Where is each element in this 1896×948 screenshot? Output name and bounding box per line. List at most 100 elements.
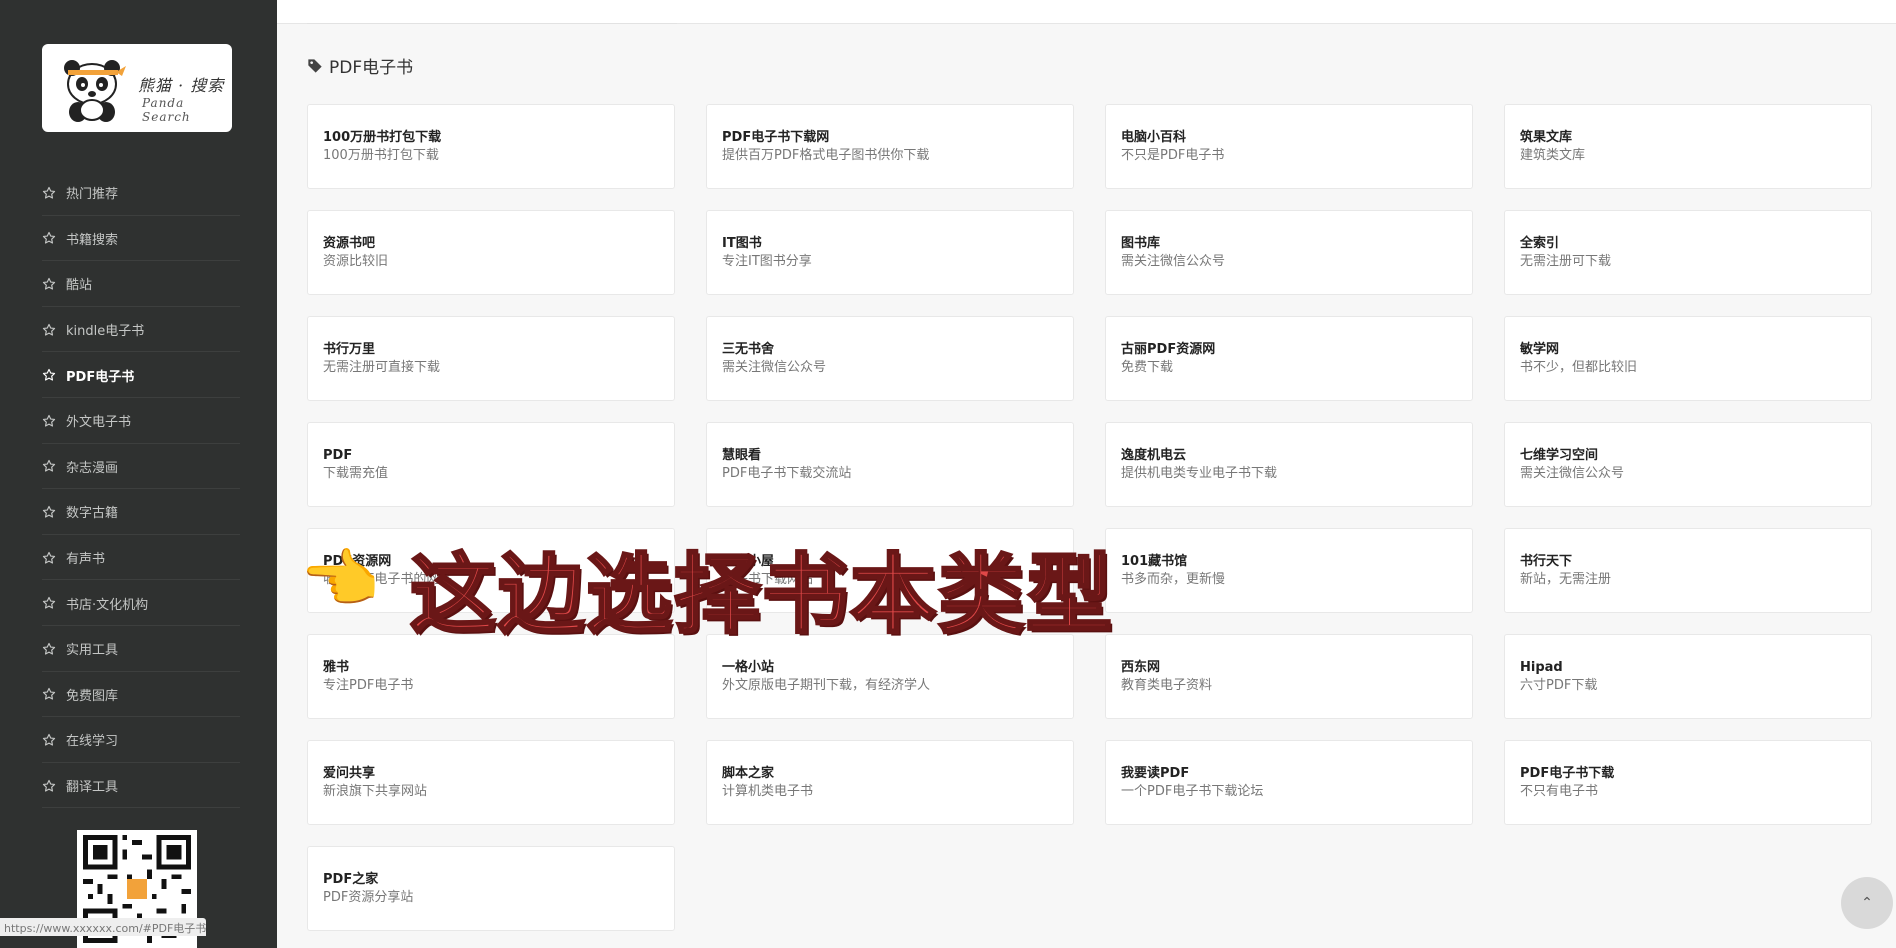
site-card-title: 101藏书馆 [1121, 553, 1188, 569]
site-card-desc: 建筑类文库 [1520, 147, 1586, 163]
site-logo[interactable]: 熊猫 · 搜索 Panda Search [42, 44, 232, 132]
star-icon [42, 277, 56, 290]
site-card-title: 书行万里 [323, 341, 376, 357]
sidebar-item-label: 书店·文化机构 [66, 597, 149, 613]
sidebar-item-ancient[interactable]: 数字古籍 [0, 489, 277, 535]
site-card-desc: 教育类电子资料 [1121, 677, 1213, 693]
site-card-title: 资源书吧 [323, 235, 376, 251]
site-card-title: 爱问共享 [323, 765, 376, 781]
sidebar-item-label: 实用工具 [66, 643, 119, 659]
sidebar-item-pdf[interactable]: PDF电子书 [0, 352, 277, 398]
site-card-title: 图书库 [1121, 235, 1161, 251]
site-card-desc: 不只是PDF电子书 [1121, 147, 1225, 163]
site-card-desc: 提供机电类专业电子书下载 [1121, 465, 1278, 481]
sidebar-item-gallery[interactable]: 免费图库 [0, 672, 277, 718]
sidebar-item-kindle[interactable]: kindle电子书 [0, 307, 277, 353]
site-card[interactable]: 书行天下 新站，无需注册 [1504, 528, 1872, 613]
top-bar [277, 0, 1896, 24]
site-card[interactable]: Hipad 六寸PDF下载 [1504, 634, 1872, 719]
site-card[interactable]: 101藏书馆 书多而杂，更新慢 [1105, 528, 1473, 613]
star-icon [42, 779, 56, 792]
site-card[interactable]: IT图书专注IT图书分享 [706, 210, 1074, 295]
back-to-top-button[interactable]: ⌃ [1841, 877, 1893, 929]
site-card-desc: 下载需充值 [323, 465, 389, 481]
sidebar-item-audio[interactable]: 有声书 [0, 535, 277, 581]
sidebar-item-translate[interactable]: 翻译工具 [0, 763, 277, 809]
site-card-desc: 需关注微信公众号 [722, 359, 827, 375]
site-card-title: 筑果文库 [1520, 129, 1573, 145]
site-card-desc: 新浪旗下共享网站 [323, 783, 428, 799]
star-icon [42, 597, 56, 609]
star-icon [42, 232, 56, 244]
site-card-desc: 一个PDF电子书下载论坛 [1121, 783, 1264, 799]
site-card-desc: 需关注微信公众号 [1520, 465, 1625, 481]
site-card-title: IT图书 [722, 235, 762, 251]
site-card-desc: 无需注册可直接下载 [323, 359, 441, 375]
site-card[interactable]: PDF电子书下载网 提供百万PDF格式电子图书供你下载 [706, 104, 1074, 189]
sidebar: 熊猫 · 搜索 Panda Search 热门推荐 书籍搜索 酷站 kindle… [0, 0, 277, 948]
site-card[interactable]: 三无书舍 需关注微信公众号 [706, 316, 1074, 401]
site-card-desc: 外文原版电子期刊下载，有经济学人 [722, 677, 931, 693]
site-card-desc: PDF电子书下载交流站 [722, 465, 852, 481]
sidebar-item-foreign[interactable]: 外文电子书 [0, 398, 277, 444]
site-card[interactable]: 筑果文库 建筑类文库 [1504, 104, 1872, 189]
sidebar-item-book-search[interactable]: 书籍搜索 [0, 216, 277, 262]
site-card[interactable]: 西东网 教育类电子资料 [1105, 634, 1473, 719]
site-card-desc: 专注IT图书分享 [722, 253, 812, 269]
site-card[interactable]: 我要读PDF 一个PDF电子书下载论坛 [1105, 740, 1473, 825]
sidebar-item-label: 翻译工具 [66, 780, 119, 796]
site-card-title: 我要读PDF [1121, 765, 1190, 781]
site-card-title: 古丽PDF资源网 [1121, 341, 1216, 357]
site-card-title: 七维学习空间 [1520, 447, 1599, 463]
sidebar-item-bookstore[interactable]: 书店·文化机构 [0, 580, 277, 626]
sidebar-item-hot[interactable]: 热门推荐 [0, 170, 277, 216]
sidebar-item-label: 有声书 [66, 552, 106, 568]
sidebar-item-tools[interactable]: 实用工具 [0, 626, 277, 672]
star-icon [42, 505, 56, 518]
star-icon [42, 551, 56, 564]
site-card-desc: 无需注册可下载 [1520, 253, 1612, 269]
site-card[interactable]: 资源书吧 资源比较旧 [307, 210, 675, 295]
site-card-title: 书行天下 [1520, 553, 1573, 569]
site-card-desc: 需关注微信公众号 [1121, 253, 1226, 269]
site-card-title: PDF电子书下载 [1520, 765, 1615, 781]
star-icon [42, 369, 56, 381]
site-card[interactable]: PDF之家 PDF资源分享站 [307, 846, 675, 931]
site-card[interactable]: 逸度机电云 提供机电类专业电子书下载 [1105, 422, 1473, 507]
site-card-desc: PDF资源分享站 [323, 889, 414, 905]
star-icon [42, 414, 56, 427]
site-card-desc: 免费下载 [1121, 359, 1174, 375]
site-card-desc: 六寸PDF下载 [1520, 677, 1598, 693]
site-card-desc: 书不少，但都比较旧 [1520, 359, 1638, 375]
site-card[interactable]: 图书库需关注微信公众号 [1105, 210, 1473, 295]
site-card[interactable]: 100万册书打包下载 100万册书打包下载 [307, 104, 675, 189]
sidebar-item-magazine[interactable]: 杂志漫画 [0, 444, 277, 490]
site-card[interactable]: 书行万里无需注册可直接下载 [307, 316, 675, 401]
site-card-title: PDF之家 [323, 871, 379, 887]
site-card-grid: 100万册书打包下载 100万册书打包下载 PDF电子书下载网 提供百万PDF格式电… [307, 104, 1872, 931]
site-card[interactable]: 七维学习空间需关注微信公众号 [1504, 422, 1872, 507]
site-card[interactable]: 爱问共享新浪旗下共享网站 [307, 740, 675, 825]
site-card-title: PDF [323, 447, 353, 463]
logo-subtitle: Panda Search [142, 96, 191, 124]
site-card[interactable]: 敏学网 书不少，但都比较旧 [1504, 316, 1872, 401]
sidebar-item-label: 热门推荐 [66, 187, 119, 203]
site-card[interactable]: 电脑小百科 不只是PDF电子书 [1105, 104, 1473, 189]
tag-icon [308, 58, 322, 73]
site-card[interactable]: 慧眼看 PDF电子书下载交流站 [706, 422, 1074, 507]
pointing-hand-icon: 👈 [300, 543, 380, 617]
sidebar-item-learning[interactable]: 在线学习 [0, 717, 277, 763]
sidebar-item-label: 酷站 [66, 278, 93, 294]
site-card[interactable]: PDF电子书下载 不只有电子书 [1504, 740, 1872, 825]
sidebar-item-label: 外文电子书 [66, 415, 132, 431]
site-card-title: 脚本之家 [722, 765, 775, 781]
star-icon [42, 688, 56, 700]
site-card-desc: 专注PDF电子书 [323, 677, 414, 693]
site-card[interactable]: PDF 下载需充值 [307, 422, 675, 507]
sidebar-item-label: kindle电子书 [66, 324, 145, 340]
sidebar-item-cool-sites[interactable]: 酷站 [0, 261, 277, 307]
site-card[interactable]: 全索引 无需注册可下载 [1504, 210, 1872, 295]
site-card[interactable]: 古丽PDF资源网 免费下载 [1105, 316, 1473, 401]
star-icon [42, 733, 56, 746]
site-card[interactable]: 脚本之家 计算机类电子书 [706, 740, 1074, 825]
